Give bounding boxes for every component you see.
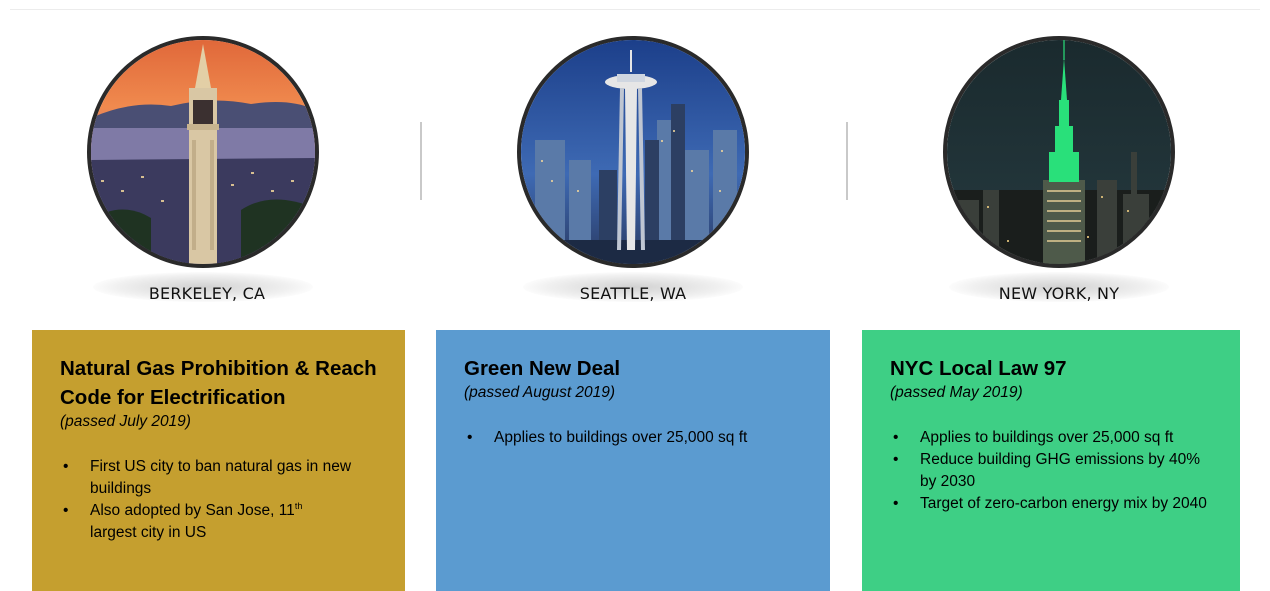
- newyork-photo: [943, 36, 1175, 302]
- berkeley-campanile-image: [87, 36, 319, 268]
- column-divider: [846, 122, 848, 200]
- policy-card-newyork: NYC Local Law 97 (passed May 2019) • Appl…: [862, 330, 1240, 591]
- bullet-list: • Applies to buildings over 25,000 sq ft …: [890, 427, 1214, 515]
- card-title: NYC Local Law 97: [890, 357, 1067, 380]
- list-item: • Also adopted by San Jose, 11th largest c…: [63, 500, 303, 541]
- seattle-photo: [517, 36, 749, 302]
- list-item: • First US city to ban natural gas in new…: [63, 458, 352, 497]
- bullet-list: • Applies to buildings over 25,000 sq ft: [464, 427, 804, 449]
- column-divider: [420, 122, 422, 200]
- bullet-list: • First US city to ban natural gas in new…: [60, 456, 379, 544]
- list-item: • Applies to buildings over 25,000 sq ft: [893, 429, 1174, 446]
- empire-state-building-image: [943, 36, 1175, 268]
- card-date: (passed August 2019): [464, 384, 616, 401]
- city-label-newyork: NEW YORK, NY: [998, 284, 1120, 303]
- top-divider: [10, 9, 1260, 10]
- card-date: (passed July 2019): [60, 413, 191, 430]
- berkeley-photo: [87, 36, 319, 302]
- card-date: (passed May 2019): [890, 384, 1023, 401]
- card-title: Green New Deal: [464, 357, 621, 380]
- seattle-space-needle-image: [517, 36, 749, 268]
- policy-card-berkeley: Natural Gas Prohibition & Reach Code for…: [32, 330, 405, 591]
- card-title: Natural Gas Prohibition & Reach Code for…: [60, 357, 377, 409]
- city-label-seattle: SEATTLE, WA: [579, 284, 687, 303]
- city-label-berkeley: BERKELEY, CA: [148, 284, 266, 303]
- list-item: • Applies to buildings over 25,000 sq ft: [467, 429, 748, 446]
- policy-card-seattle: Green New Deal (passed August 2019) • App…: [436, 330, 830, 591]
- list-item: • Target of zero-carbon energy mix by 204…: [893, 495, 1207, 512]
- list-item: • Reduce building GHG emissions by 40% by…: [893, 451, 1200, 490]
